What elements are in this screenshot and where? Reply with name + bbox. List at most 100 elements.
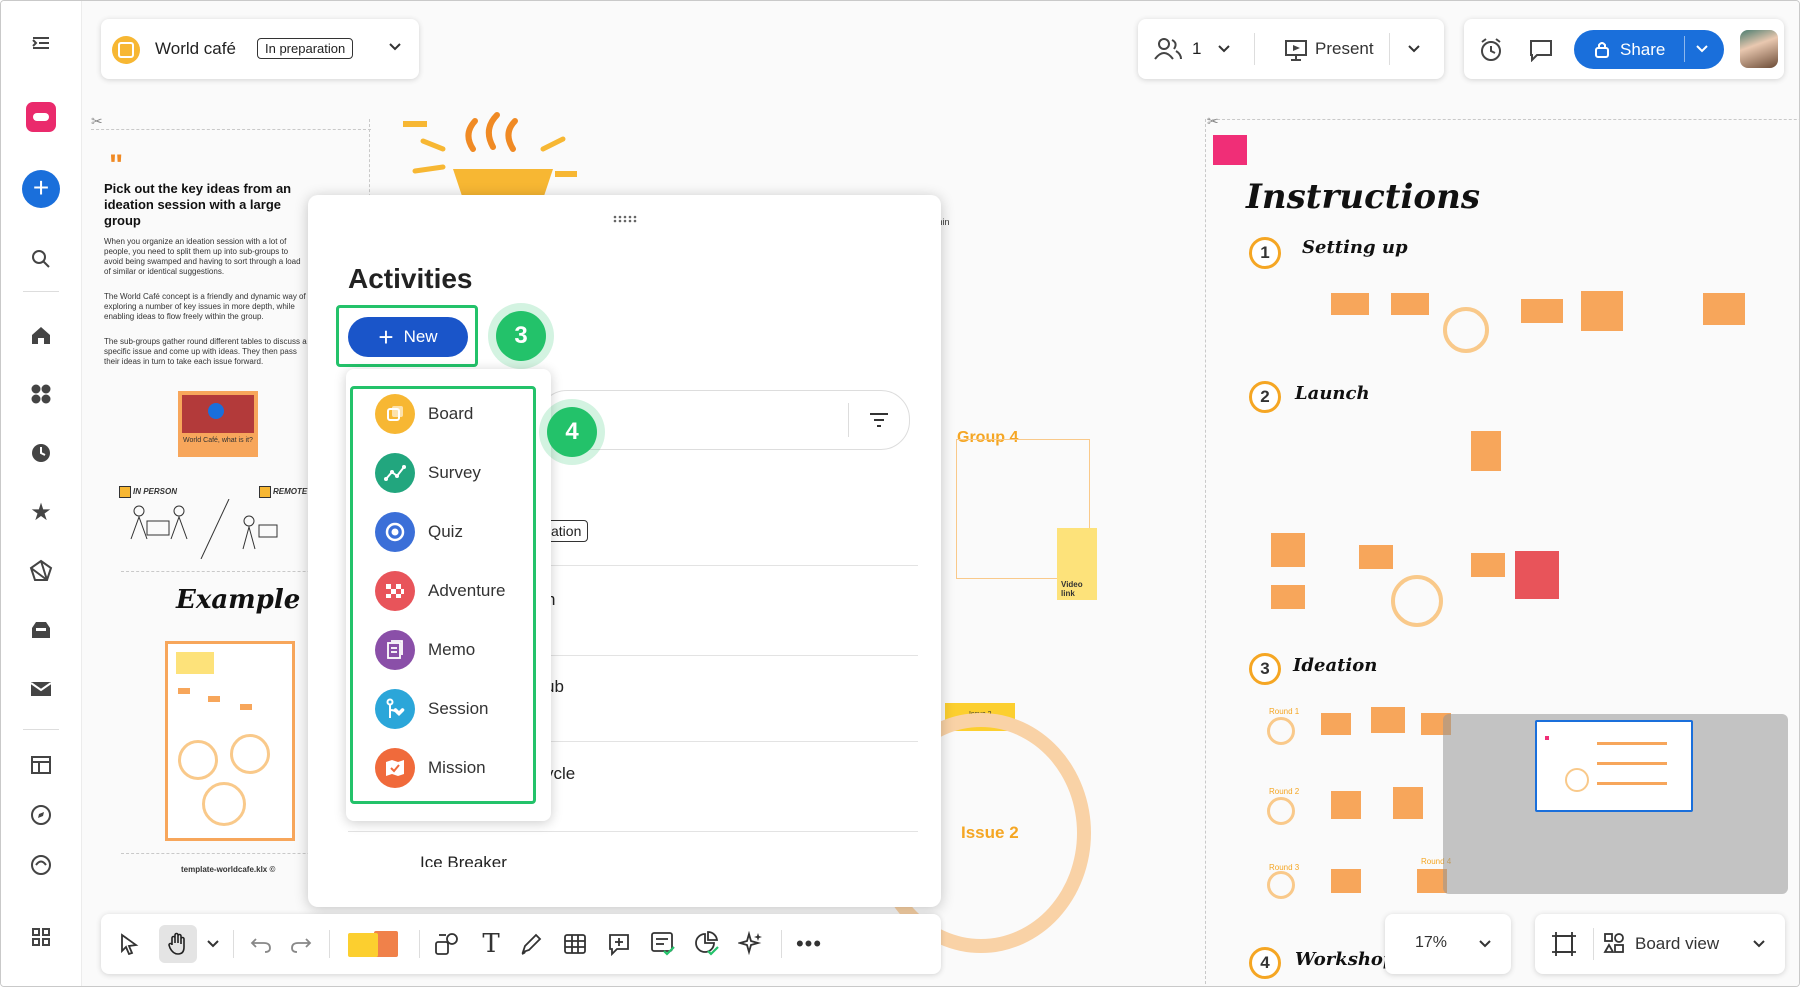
ai-sparkle-icon[interactable] bbox=[735, 928, 767, 960]
sticky-note[interactable] bbox=[1471, 553, 1505, 577]
menu-item-quiz[interactable]: Quiz bbox=[375, 509, 525, 555]
menu-item-label: Quiz bbox=[428, 522, 463, 541]
menu-item-label: Board bbox=[428, 404, 474, 423]
sticky-note[interactable] bbox=[1331, 791, 1361, 819]
menu-item-adventure[interactable]: Adventure bbox=[375, 568, 525, 614]
board-view-icon[interactable] bbox=[1603, 932, 1625, 959]
expand-sidebar-icon[interactable] bbox=[21, 23, 61, 63]
board-view-label[interactable]: Board view bbox=[1635, 934, 1719, 954]
pink-note[interactable] bbox=[1213, 135, 1247, 165]
sticky-note[interactable] bbox=[1359, 545, 1393, 569]
mail-icon[interactable] bbox=[21, 669, 61, 709]
new-activity-button[interactable]: + New bbox=[348, 317, 468, 357]
avatar[interactable] bbox=[1740, 30, 1778, 68]
menu-item-session[interactable]: Session bbox=[375, 686, 525, 732]
comment-icon[interactable] bbox=[1528, 38, 1554, 67]
adventure-icon bbox=[375, 571, 415, 611]
chevron-down-icon[interactable] bbox=[203, 928, 223, 960]
chevron-down-icon[interactable] bbox=[1216, 41, 1232, 62]
checklist-icon[interactable] bbox=[647, 928, 679, 960]
share-button[interactable]: Share bbox=[1574, 30, 1724, 69]
pen-icon[interactable] bbox=[515, 928, 547, 960]
favorites-icon[interactable]: ★ bbox=[21, 492, 61, 532]
chevron-down-icon[interactable] bbox=[1406, 41, 1422, 62]
comment-add-icon[interactable] bbox=[603, 928, 635, 960]
redo-icon[interactable] bbox=[285, 928, 317, 960]
table-icon[interactable] bbox=[559, 928, 591, 960]
toolbar-divider bbox=[419, 930, 420, 958]
video-link-note[interactable]: Video link bbox=[1057, 528, 1097, 600]
board-type-icon bbox=[112, 36, 140, 64]
menu-item-label: Session bbox=[428, 699, 489, 718]
chevron-down-icon[interactable] bbox=[1477, 936, 1493, 957]
create-icon[interactable]: + bbox=[21, 169, 61, 209]
round-ring bbox=[1391, 575, 1443, 627]
sticky-note[interactable] bbox=[1331, 869, 1361, 893]
users-icon[interactable] bbox=[1154, 37, 1182, 66]
sticky-note[interactable] bbox=[1371, 707, 1405, 733]
more-icon[interactable]: ••• bbox=[793, 928, 825, 960]
video-thumbnail[interactable]: World Café, what is it? bbox=[178, 391, 258, 457]
chevron-down-icon[interactable] bbox=[1751, 936, 1767, 957]
menu-item-memo[interactable]: Memo bbox=[375, 627, 525, 673]
sticky-note[interactable] bbox=[1391, 293, 1429, 315]
minimap-viewport[interactable] bbox=[1535, 720, 1693, 812]
participant-count[interactable]: 1 bbox=[1192, 39, 1201, 59]
pie-chart-icon[interactable] bbox=[691, 928, 723, 960]
minimap[interactable] bbox=[1443, 714, 1788, 894]
apps-icon[interactable] bbox=[21, 374, 61, 414]
photo-card[interactable] bbox=[1515, 551, 1559, 599]
zoom-control[interactable]: 17% bbox=[1385, 914, 1511, 974]
menu-item-board[interactable]: Board bbox=[375, 391, 525, 437]
templates-icon[interactable] bbox=[21, 745, 61, 785]
sticky-note[interactable] bbox=[1321, 713, 1351, 735]
menu-item-survey[interactable]: Survey bbox=[375, 450, 525, 496]
home-icon[interactable] bbox=[21, 315, 61, 355]
shapes-icon[interactable] bbox=[431, 928, 463, 960]
example-thumbnail[interactable] bbox=[165, 641, 295, 841]
fit-frame-icon[interactable] bbox=[1551, 931, 1577, 962]
sticky-notes-icon[interactable] bbox=[347, 928, 405, 960]
select-tool-icon[interactable] bbox=[113, 928, 145, 960]
chevron-down-icon[interactable] bbox=[1694, 41, 1710, 62]
round-ring bbox=[1267, 871, 1295, 899]
left-paragraph: The World Café concept is a friendly and… bbox=[104, 292, 306, 321]
step-label: Workshop bbox=[1295, 949, 1396, 970]
sticky-note[interactable] bbox=[1471, 431, 1501, 471]
filter-icon[interactable] bbox=[869, 412, 889, 433]
text-icon[interactable]: T bbox=[475, 928, 507, 960]
app-logo-icon[interactable] bbox=[21, 97, 61, 137]
undo-icon[interactable] bbox=[245, 928, 277, 960]
sticky-note[interactable] bbox=[1521, 299, 1563, 323]
round-ring bbox=[1267, 797, 1295, 825]
frame-divider bbox=[91, 129, 371, 130]
qr-code-icon[interactable] bbox=[21, 917, 61, 957]
sticky-note[interactable] bbox=[1581, 291, 1623, 331]
sticky-note[interactable] bbox=[1271, 533, 1305, 567]
search-icon[interactable] bbox=[21, 239, 61, 279]
lock-icon bbox=[1594, 40, 1610, 63]
sticky-note[interactable] bbox=[1703, 293, 1745, 325]
list-item[interactable]: Ice Breaker bbox=[420, 853, 507, 867]
divider bbox=[1254, 33, 1255, 65]
step-number: 1 bbox=[1249, 237, 1281, 269]
list-divider bbox=[348, 831, 918, 832]
hand-tool-icon[interactable] bbox=[159, 925, 197, 963]
community-icon[interactable] bbox=[21, 845, 61, 885]
inbox-icon[interactable] bbox=[21, 610, 61, 650]
present-button[interactable]: Present bbox=[1315, 39, 1374, 59]
quote-icon: " bbox=[109, 149, 124, 182]
compass-icon[interactable] bbox=[21, 795, 61, 835]
board-title[interactable]: World café bbox=[155, 39, 236, 59]
menu-item-mission[interactable]: Mission bbox=[375, 745, 525, 791]
sticky-note[interactable] bbox=[1271, 585, 1305, 609]
recent-icon[interactable] bbox=[21, 433, 61, 473]
present-icon[interactable] bbox=[1284, 39, 1308, 66]
sticky-note[interactable] bbox=[1331, 293, 1369, 315]
sticky-note[interactable] bbox=[1393, 787, 1423, 819]
network-icon[interactable] bbox=[21, 551, 61, 591]
drag-handle-icon[interactable] bbox=[613, 215, 637, 223]
status-badge[interactable]: In preparation bbox=[257, 38, 354, 59]
timer-icon[interactable] bbox=[1478, 37, 1504, 68]
chevron-down-icon[interactable] bbox=[387, 39, 403, 60]
